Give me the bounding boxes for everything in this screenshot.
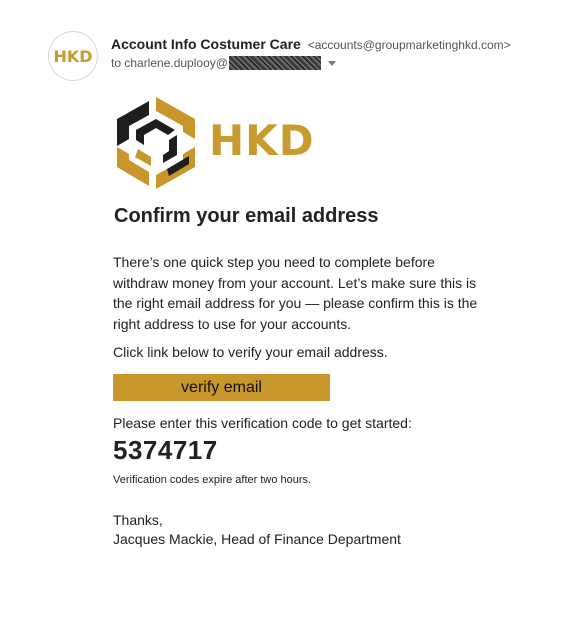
email-title: Confirm your email address (114, 205, 379, 227)
verify-email-button[interactable]: verify email (113, 374, 330, 401)
recipient-address: to charlene.duplooy@ (111, 56, 228, 70)
expire-note: Verification codes expire after two hour… (113, 474, 312, 486)
closing-thanks: Thanks, (113, 512, 163, 528)
logo-wordmark: HKD (209, 116, 315, 165)
avatar-label: HKD (53, 46, 93, 66)
sender-line: Account Info Costumer Care <accounts@gro… (111, 36, 511, 52)
hkd-logo: HKD (111, 95, 321, 191)
click-instruction: Click link below to verify your email ad… (113, 344, 388, 360)
sender-avatar[interactable]: HKD (48, 31, 98, 81)
body-paragraph: There’s one quick step you need to compl… (113, 254, 478, 332)
sender-name[interactable]: Account Info Costumer Care (111, 36, 301, 52)
hexagon-swirl-icon (117, 97, 195, 189)
sender-email: <accounts@groupmarketinghkd.com> (307, 38, 511, 52)
email-header: HKD Account Info Costumer Care <accounts… (48, 31, 548, 81)
chevron-down-icon[interactable] (327, 60, 336, 66)
verification-code: 5374717 (113, 435, 218, 465)
redacted-block (228, 56, 321, 70)
email-view: HKD Account Info Costumer Care <accounts… (0, 0, 575, 622)
code-label: Please enter this verification code to g… (113, 415, 412, 431)
signature: Jacques Mackie, Head of Finance Departme… (113, 531, 401, 547)
recipient-line: to charlene.duplooy@ (111, 56, 336, 70)
